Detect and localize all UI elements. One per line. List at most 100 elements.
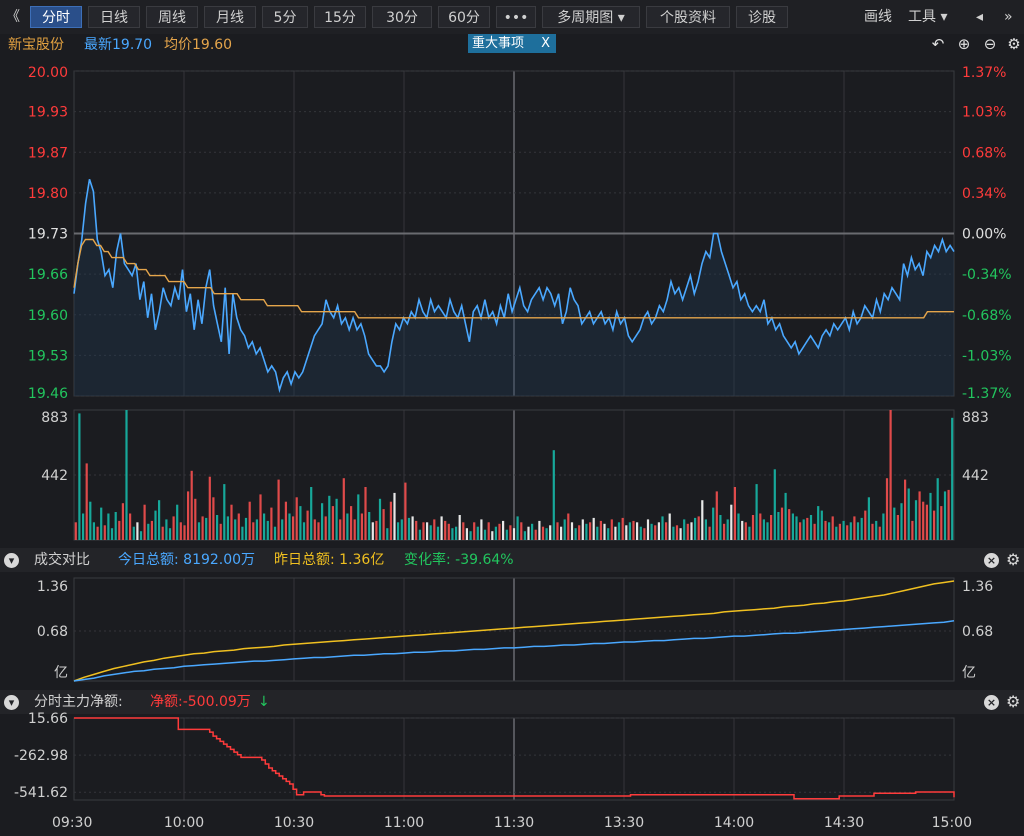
turnover-ytick-label: 1.36 [37, 579, 68, 595]
volume-bar [911, 520, 914, 540]
pct-ytick-label: -1.37% [962, 386, 1012, 402]
volume-bar [672, 526, 675, 540]
volume-ytick-label: 442 [962, 468, 989, 484]
price-ytick-label: 19.80 [28, 186, 68, 202]
volume-bar [744, 522, 747, 540]
volume-bar [360, 513, 363, 540]
volume-bar [646, 519, 650, 540]
price-ytick-label: 19.46 [28, 386, 68, 402]
volume-bar [498, 523, 501, 540]
volume-bar [426, 522, 429, 540]
volume-bar [549, 525, 552, 540]
volume-bar [538, 520, 541, 540]
price-ytick-label: 19.87 [28, 145, 68, 161]
volume-bar [259, 494, 262, 540]
volume-bar [378, 498, 382, 540]
price-ytick-label: 19.93 [28, 105, 68, 121]
volume-bar [755, 484, 758, 540]
volume-bar [831, 516, 834, 540]
volume-bar [943, 491, 947, 540]
volume-bar [534, 529, 537, 540]
time-tick-label: 15:00 [932, 815, 972, 831]
volume-bar [364, 487, 367, 540]
volume-bar [357, 494, 360, 540]
volume-bar [643, 528, 646, 540]
volume-bar [288, 513, 291, 540]
volume-bar [328, 495, 331, 540]
volume-bar [556, 522, 559, 540]
volume-bar [694, 517, 697, 540]
volume-bar [237, 513, 240, 540]
volume-bar [350, 506, 353, 540]
volume-bar [878, 526, 881, 540]
price-ytick-label: 19.60 [28, 308, 68, 324]
volume-bar [882, 513, 885, 540]
volume-bar [465, 528, 468, 540]
volume-bar [748, 526, 751, 540]
turnover-ytick-label: 0.68 [962, 624, 993, 640]
volume-bar [929, 492, 932, 540]
flow-ytick-label: -541.62 [14, 785, 68, 801]
volume-bar [527, 526, 530, 540]
volume-bar [809, 515, 813, 540]
volume-bar [281, 519, 284, 540]
volume-bar [625, 525, 628, 540]
volume-bar [860, 517, 863, 540]
volume-bar [520, 522, 523, 540]
volume-bar [462, 522, 465, 540]
price-ytick-label: 19.66 [28, 267, 68, 283]
volume-bar [791, 513, 794, 540]
volume-bar [458, 515, 461, 540]
volume-bar [132, 526, 135, 540]
volume-bar [788, 509, 791, 540]
volume-bar [158, 500, 161, 540]
volume-bar [277, 479, 280, 540]
volume-bar [321, 503, 324, 540]
volume-bar [893, 507, 896, 540]
volume-bar [607, 528, 610, 540]
volume-bar [292, 516, 295, 540]
volume-bar [683, 519, 686, 540]
volume-bar [871, 523, 874, 540]
volume-bar [925, 504, 928, 540]
volume-bar [574, 528, 577, 540]
volume-bar [386, 528, 389, 540]
volume-bar [922, 501, 925, 540]
volume-bar [346, 513, 349, 540]
volume-bar [139, 531, 143, 540]
volume-bar [723, 523, 726, 540]
volume-bar [263, 513, 266, 540]
volume-bar [704, 519, 707, 540]
volume-bar [248, 501, 251, 540]
volume-bar [368, 512, 371, 540]
volume-bar [570, 522, 574, 540]
volume-bar [636, 522, 639, 540]
volume-bar [270, 507, 273, 540]
volume-bar [545, 528, 548, 540]
turnover-unit-label: 亿 [54, 665, 68, 681]
pct-ytick-label: 0.00% [962, 227, 1006, 243]
volume-bar [389, 501, 392, 540]
volume-bar [201, 516, 204, 540]
volume-bar [697, 516, 700, 540]
volume-bar [234, 519, 237, 540]
volume-bar [197, 522, 201, 540]
volume-bar [161, 526, 164, 540]
time-tick-label: 11:00 [384, 815, 424, 831]
volume-bar [74, 522, 77, 540]
pct-ytick-label: 1.37% [962, 65, 1006, 81]
time-tick-label: 09:30 [52, 815, 92, 831]
price-ytick-label: 19.73 [28, 227, 68, 243]
volume-bar [230, 504, 233, 540]
volume-bar [806, 517, 809, 540]
volume-bar [129, 513, 132, 540]
time-tick-label: 13:30 [604, 815, 644, 831]
time-tick-label: 14:30 [824, 815, 864, 831]
volume-bar [712, 507, 715, 540]
volume-bar [299, 506, 302, 540]
volume-bar [125, 410, 128, 540]
volume-bar [165, 519, 168, 540]
time-tick-label: 10:30 [274, 815, 314, 831]
price-ytick-label: 20.00 [28, 65, 68, 81]
volume-bar [302, 522, 306, 540]
